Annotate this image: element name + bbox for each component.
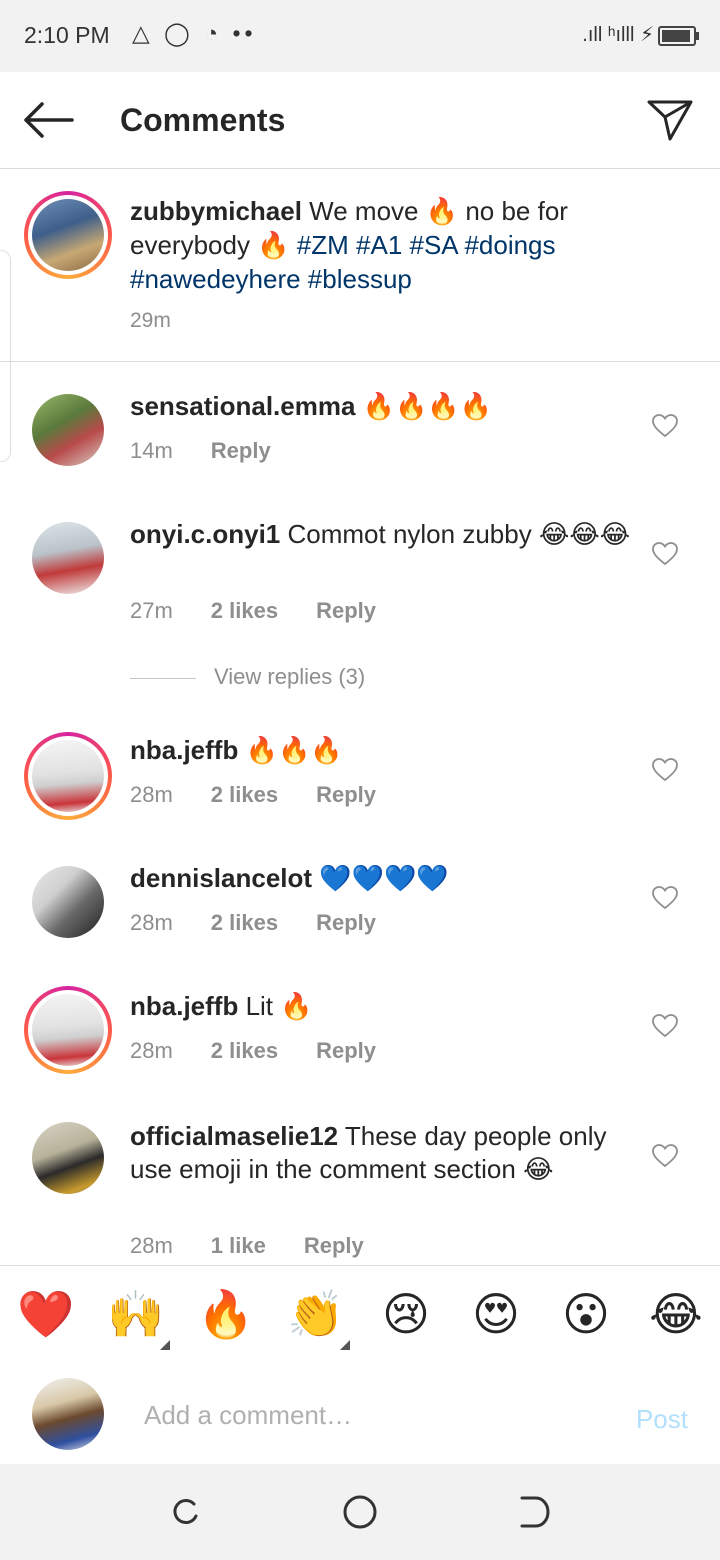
avatar[interactable] — [32, 1122, 104, 1194]
like-heart-icon[interactable] — [652, 1144, 678, 1168]
like-heart-icon[interactable] — [652, 1014, 678, 1038]
story-ring[interactable] — [24, 732, 112, 820]
comment-username[interactable]: nba.jeffb — [130, 735, 238, 765]
comment-meta: 27m 2 likes Reply — [130, 598, 376, 624]
battery-icon — [658, 25, 699, 46]
signal-battery-icons: .ıll ʰılll ⚡ — [582, 22, 699, 47]
comment-time: 28m — [130, 1233, 173, 1258]
emoji-crying-button[interactable]: 😢 — [376, 1284, 436, 1344]
emoji-quick-bar: ❤️ 🙌 🔥 👏 😢 😍 😮 😂 — [0, 1265, 720, 1365]
emoji-heart-eyes-button[interactable]: 😍 — [466, 1284, 526, 1344]
story-ring[interactable] — [24, 191, 112, 279]
comment-composer: Post — [0, 1364, 720, 1464]
view-replies-button[interactable]: View replies (3) — [130, 664, 365, 690]
comment-username[interactable]: nba.jeffb — [130, 991, 238, 1021]
back-nav-icon[interactable] — [516, 1494, 552, 1530]
home-nav-icon[interactable] — [342, 1494, 378, 1530]
comment-meta: 28m 2 likes Reply — [130, 782, 376, 808]
page-title: Comments — [120, 102, 286, 138]
avatar — [32, 994, 104, 1066]
skin-tone-indicator-icon — [340, 1340, 350, 1350]
notification-icons: △ ◯ ◔ •• — [132, 20, 257, 46]
comment-username[interactable]: officialmaselie12 — [130, 1121, 338, 1151]
post-button[interactable]: Post — [636, 1404, 688, 1435]
emoji-fire-button[interactable]: 🔥 — [196, 1284, 256, 1344]
like-heart-icon[interactable] — [652, 542, 678, 566]
reply-button[interactable]: Reply — [316, 1038, 376, 1063]
reply-button[interactable]: Reply — [316, 782, 376, 807]
comment-text: nba.jeffb 🔥🔥🔥 — [130, 735, 343, 766]
status-bar: 2:10 PM △ ◯ ◔ •• .ıll ʰılll ⚡ — [0, 0, 720, 72]
comment-time: 14m — [130, 438, 173, 463]
reply-button[interactable]: Reply — [211, 438, 271, 463]
comment-item: onyi.c.onyi1 Commot nylon zubby 😂😂😂 27m 2… — [0, 492, 720, 652]
comment-item: nba.jeffb 🔥🔥🔥 28m 2 likes Reply — [0, 720, 720, 850]
avatar — [32, 199, 104, 271]
like-heart-icon[interactable] — [652, 414, 678, 438]
caption-text: zubbymichael We move 🔥 no be for everybo… — [130, 196, 568, 294]
likes-count[interactable]: 2 likes — [211, 598, 278, 623]
avatar[interactable] — [32, 866, 104, 938]
likes-count[interactable]: 2 likes — [211, 1038, 278, 1063]
like-heart-icon[interactable] — [652, 758, 678, 782]
direct-send-icon[interactable] — [646, 98, 694, 142]
likes-count[interactable]: 1 like — [211, 1233, 266, 1258]
add-comment-input[interactable] — [144, 1400, 564, 1431]
comment-text: sensational.emma 🔥🔥🔥🔥 — [130, 391, 493, 422]
comment-text: nba.jeffb Lit 🔥 — [130, 991, 313, 1022]
comment-text: officialmaselie12 These day people only … — [130, 1121, 607, 1185]
system-nav-bar — [0, 1464, 720, 1560]
comment-time: 28m — [130, 1038, 173, 1063]
reply-button[interactable]: Reply — [304, 1233, 364, 1258]
caption-time: 29m — [130, 309, 171, 332]
signal-icon: .ıll ʰılll ⚡ — [582, 24, 654, 46]
caption-username[interactable]: zubbymichael — [130, 196, 302, 226]
emoji-laughing-button[interactable]: 😂 — [646, 1284, 706, 1344]
avatar[interactable] — [32, 394, 104, 466]
comment-username[interactable]: onyi.c.onyi1 — [130, 519, 280, 549]
comment-time: 28m — [130, 910, 173, 935]
comment-time: 27m — [130, 598, 173, 623]
comment-username[interactable]: dennislancelot — [130, 863, 312, 893]
comment-item: sensational.emma 🔥🔥🔥🔥 14m Reply — [0, 362, 720, 492]
emoji-surprised-button[interactable]: 😮 — [556, 1284, 616, 1344]
comment-item: officialmaselie12 These day people only … — [0, 1106, 720, 1264]
emoji-raised-hands-button[interactable]: 🙌 — [106, 1284, 166, 1344]
emoji-heart-button[interactable]: ❤️ — [16, 1284, 76, 1344]
status-time: 2:10 PM — [24, 22, 110, 48]
reply-button[interactable]: Reply — [316, 598, 376, 623]
comment-text: onyi.c.onyi1 Commot nylon zubby 😂😂😂 — [130, 519, 631, 550]
like-heart-icon[interactable] — [652, 886, 678, 910]
comment-meta: 28m 2 likes Reply — [130, 1038, 376, 1064]
comment-meta: 14m Reply — [130, 438, 271, 464]
comment-item: dennislancelot 💙💙💙💙 28m 2 likes Reply — [0, 850, 720, 978]
comment-text: dennislancelot 💙💙💙💙 — [130, 863, 449, 894]
avatar — [32, 740, 104, 812]
divider — [130, 677, 196, 679]
comment-username[interactable]: sensational.emma — [130, 391, 355, 421]
comment-meta: 28m 2 likes Reply — [130, 910, 376, 936]
recents-nav-icon[interactable] — [168, 1494, 204, 1530]
skin-tone-indicator-icon — [160, 1340, 170, 1350]
comment-meta: 28m 1 like Reply — [130, 1233, 364, 1259]
comment-time: 28m — [130, 782, 173, 807]
comment-item: nba.jeffb Lit 🔥 28m 2 likes Reply — [0, 978, 720, 1106]
post-caption: zubbymichael We move 🔥 no be for everybo… — [0, 169, 720, 362]
likes-count[interactable]: 2 likes — [211, 910, 278, 935]
reply-button[interactable]: Reply — [316, 910, 376, 935]
story-ring[interactable] — [24, 986, 112, 1074]
back-arrow-icon[interactable] — [22, 100, 74, 140]
likes-count[interactable]: 2 likes — [211, 782, 278, 807]
emoji-clap-button[interactable]: 👏 — [286, 1284, 346, 1344]
header: Comments — [0, 72, 720, 169]
current-user-avatar — [32, 1378, 104, 1450]
avatar[interactable] — [32, 522, 104, 594]
